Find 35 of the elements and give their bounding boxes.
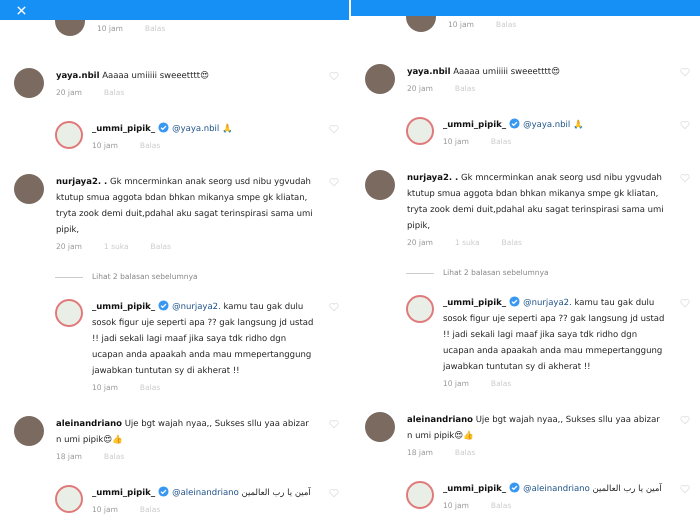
like-heart-icon (680, 298, 690, 308)
comment-text: nurjaya2. . Gk mncerminkan anak seorg usd nibu ygvudah ktutup smua aggota bdan bhkan mikanya smpe gk kliatan, tryta zook demi duit,pdahal aku sagat terinspirasi sama umi pipik, (56, 176, 314, 237)
avatar-image[interactable] (55, 121, 83, 149)
avatar-image[interactable] (55, 299, 83, 327)
comment-text: _ummi_pipik_ @yaya.nbil 🙏 (92, 121, 234, 136)
avatar-image[interactable] (14, 174, 44, 204)
like-heart-icon (680, 415, 690, 425)
avatar-image[interactable] (406, 117, 434, 145)
avatar-image[interactable] (365, 64, 395, 94)
comment-text: aleinandriano Uje bgt wajah nyaa,, Sukses sllu yaa abizar n umi pipik😍👍 (407, 414, 661, 443)
comment-text: aleinandriano Uje bgt wajah nyaa,, Sukses sllu yaa abizar n umi pipik😍👍 (56, 418, 310, 447)
like-heart-icon (329, 177, 339, 187)
like-heart-icon (680, 484, 690, 494)
like-heart-icon (680, 173, 690, 183)
avatar-image[interactable] (406, 481, 434, 509)
avatar-image[interactable] (14, 68, 44, 98)
avatar-image[interactable] (14, 416, 44, 446)
like-heart-icon (329, 419, 339, 429)
like-heart-icon (329, 124, 339, 134)
close-icon (16, 4, 27, 16)
comment-text: yaya.nbil Aaaaa umiiiii sweeetttt😍 (407, 66, 561, 79)
like-heart-icon (329, 71, 339, 81)
comment-text: _ummi_pipik_ @nurjaya2. kamu tau gak dulu sosok figur uje seperti apa ?? gak langsung jd ustad !! jadi sekali lagi maaf jika saya tdk ridho dgn ucapan anda apaakah anda mau mmepertanggung jawabkan tuntutan sy di akherat !! (443, 295, 666, 374)
comment-text: _ummi_pipik_ @yaya.nbil 🙏 (443, 117, 585, 132)
like-heart-icon (680, 120, 690, 130)
avatar-image[interactable] (365, 412, 395, 442)
like-heart-icon (329, 488, 339, 498)
comment-text: nurjaya2. . Gk mncerminkan anak seorg usd nibu ygvudah ktutup smua aggota bdan bhkan mikanya smpe gk kliatan, tryta zook demi duit,pdahal aku sagat terinspirasi sama umi pipik, (407, 172, 665, 233)
avatar-image[interactable] (365, 170, 395, 200)
like-heart-icon (680, 67, 690, 77)
comment-text: _ummi_pipik_ @nurjaya2. kamu tau gak dulu sosok figur uje seperti apa ?? gak langsung jd ustad !! jadi sekali lagi maaf jika saya tdk ridho dgn ucapan anda apaakah anda mau mmepertanggung jawabkan tuntutan sy di akherat !! (92, 299, 314, 378)
avatar-image[interactable] (406, 295, 434, 323)
avatar-image[interactable] (55, 485, 83, 513)
like-heart-icon (329, 302, 339, 312)
comment-text: yaya.nbil Aaaaa umiiiii sweeetttt😍 (56, 70, 210, 83)
